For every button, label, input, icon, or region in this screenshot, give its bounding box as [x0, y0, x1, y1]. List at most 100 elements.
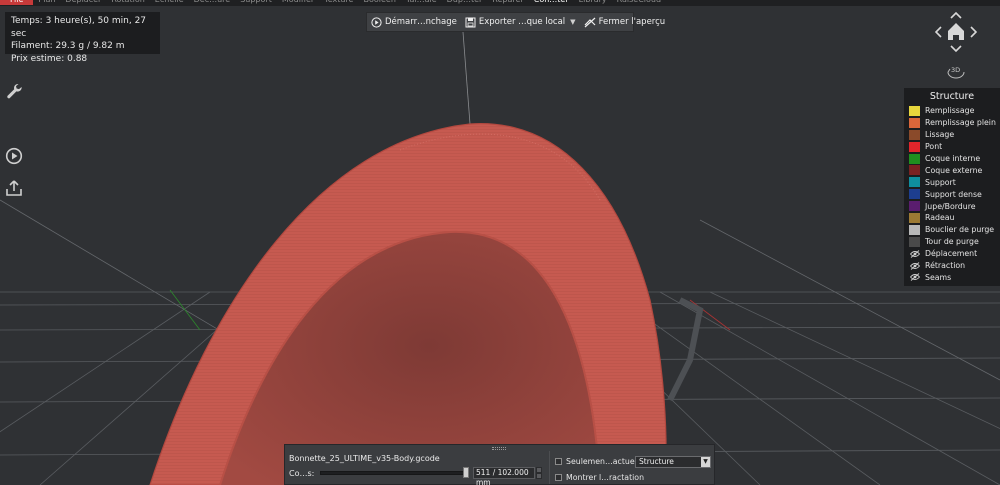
menu-item[interactable]: Support	[235, 0, 277, 5]
legend-label: Support dense	[925, 189, 982, 199]
scene-canvas[interactable]	[0, 0, 1000, 485]
export-local-button[interactable]: Exporter …que local ▼	[465, 17, 576, 28]
close-preview-button[interactable]: Fermer l'aperçu	[584, 17, 666, 28]
legend-item: Pont	[909, 141, 995, 153]
menu-item[interactable]: Con…ter	[529, 0, 574, 5]
eye-hidden-icon[interactable]	[909, 272, 920, 282]
menu-item[interactable]: Échelle	[150, 0, 189, 5]
layer-value-input[interactable]: 511 / 102.000 mm	[473, 467, 535, 485]
home-icon[interactable]	[948, 23, 964, 40]
start-slicing-button[interactable]: Démarr…nchage	[371, 16, 457, 28]
legend-item: Coque interne	[909, 153, 995, 165]
estimated-price: Prix estime: 0.88	[11, 53, 88, 64]
show-retraction-checkbox[interactable]	[555, 474, 562, 481]
save-disk-icon	[465, 17, 476, 27]
menu-item[interactable]: Tai…ale	[401, 0, 442, 5]
close-preview-icon	[584, 17, 595, 27]
panel-drag-handle[interactable]	[492, 447, 506, 450]
legend-swatch	[909, 129, 920, 140]
chevron-down-icon[interactable]	[950, 45, 962, 53]
legend-toggle-label: Rétraction	[925, 261, 966, 271]
legend-item: Jupe/Bordure	[909, 200, 995, 212]
chevron-up-icon[interactable]	[950, 11, 962, 19]
legend-toggle[interactable]: Seams	[909, 271, 995, 283]
menu-item[interactable]: Rotation	[106, 0, 149, 5]
legend-swatch	[909, 153, 920, 164]
chevron-down-icon[interactable]: ▼	[701, 457, 710, 467]
menu-item[interactable]: RaiseCloud	[612, 0, 666, 5]
gcode-file-name: Bonnette_25_ULTIME_v35-Body.gcode	[289, 454, 440, 463]
only-current-layer-option[interactable]: Seulemen…actuelle	[555, 457, 644, 466]
legend-swatch	[909, 224, 920, 235]
only-current-label: Seulemen…actuelle	[566, 457, 644, 466]
menu-item[interactable]: Library	[574, 0, 612, 5]
chevron-right-icon[interactable]	[970, 26, 978, 38]
layer-spinner[interactable]: ▲▼	[536, 467, 542, 479]
menu-item[interactable]: Plan	[33, 0, 60, 5]
legend-swatch	[909, 165, 920, 176]
legend-toggle-label: Seams	[925, 272, 952, 282]
chevron-left-icon[interactable]	[934, 26, 942, 38]
preview-toolbar: Démarr…nchage Exporter …que local ▼ Ferm…	[366, 12, 665, 32]
wrench-icon[interactable]	[5, 82, 23, 100]
menu-item[interactable]: Déplacer	[60, 0, 106, 5]
plate-logo	[667, 297, 704, 402]
legend-item: Lissage	[909, 129, 995, 141]
menu-item[interactable]: Réparer	[487, 0, 528, 5]
legend-item: Coque externe	[909, 164, 995, 176]
start-slicing-label: Démarr…nchage	[385, 17, 457, 27]
legend-label: Support	[925, 177, 956, 187]
legend-label: Radeau	[925, 213, 955, 223]
legend-item: Remplissage plein	[909, 117, 996, 129]
legend-label: Coque interne	[925, 154, 981, 163]
legend-toggle[interactable]: Rétraction	[909, 260, 995, 272]
legend-label: Coque externe	[925, 165, 983, 175]
spin-down-icon[interactable]: ▼	[536, 473, 542, 479]
upload-icon[interactable]	[5, 179, 23, 197]
view-mode-value: Structure	[639, 457, 674, 466]
top-menu: FilePlanDéplacerRotationÉchelleDéc…ureSu…	[0, 0, 1000, 6]
legend-toggle-label: Déplacement	[925, 249, 978, 259]
legend-item: Tour de purge	[909, 236, 995, 248]
menu-item[interactable]: Dup…ter	[442, 0, 488, 5]
menu-item[interactable]: Déc…ure	[189, 0, 236, 5]
view-3d-label: 3D	[951, 66, 961, 74]
legend-swatch	[909, 177, 920, 188]
legend-title: Structure	[929, 91, 975, 102]
legend-label: Lissage	[925, 130, 955, 140]
legend-swatch	[909, 117, 920, 128]
filament-usage: Filament: 29.3 g / 9.82 m	[11, 41, 125, 51]
panel-divider	[549, 451, 550, 484]
legend-swatch	[909, 201, 920, 212]
layer-label: Co…s:	[289, 469, 315, 478]
layer-control-panel: Bonnette_25_ULTIME_v35-Body.gcode Co…s: …	[284, 444, 715, 485]
legend-label: Jupe/Bordure	[925, 201, 976, 211]
close-preview-label: Fermer l'aperçu	[598, 17, 666, 27]
structure-legend: Structure Remplissage Remplissage plein Li…	[904, 88, 1000, 286]
view-navigation: 3D	[934, 10, 978, 80]
layer-slider-handle[interactable]	[463, 467, 469, 478]
view-mode-select[interactable]: Structure ▼	[635, 456, 711, 468]
layer-slider-track[interactable]	[320, 471, 467, 475]
legend-swatch	[909, 105, 920, 116]
legend-toggle[interactable]: Déplacement	[909, 248, 995, 260]
only-current-checkbox[interactable]	[555, 458, 562, 465]
eye-hidden-icon[interactable]	[909, 249, 920, 259]
print-time: Temps: 3 heure(s), 50 min, 27 sec	[11, 16, 147, 39]
legend-label: Remplissage	[925, 106, 975, 116]
play-preview-icon[interactable]	[5, 147, 23, 165]
menu-item[interactable]: Booléen	[358, 0, 400, 5]
legend-item: Bouclier de purge	[909, 224, 995, 236]
legend-swatch	[909, 236, 920, 247]
3d-viewport[interactable]	[0, 0, 1000, 485]
menu-item[interactable]: Texture	[319, 0, 358, 5]
legend-item: Support	[909, 176, 995, 188]
show-retraction-label: Montrer l…ractation	[566, 473, 645, 482]
legend-swatch	[909, 189, 920, 200]
eye-hidden-icon[interactable]	[909, 261, 920, 271]
menu-item[interactable]: Modifier	[277, 0, 319, 5]
menu-item[interactable]: File	[0, 0, 34, 5]
show-retraction-option[interactable]: Montrer l…ractation	[555, 473, 644, 482]
legend-label: Pont	[925, 142, 943, 152]
chevron-down-icon[interactable]: ▼	[570, 18, 575, 26]
